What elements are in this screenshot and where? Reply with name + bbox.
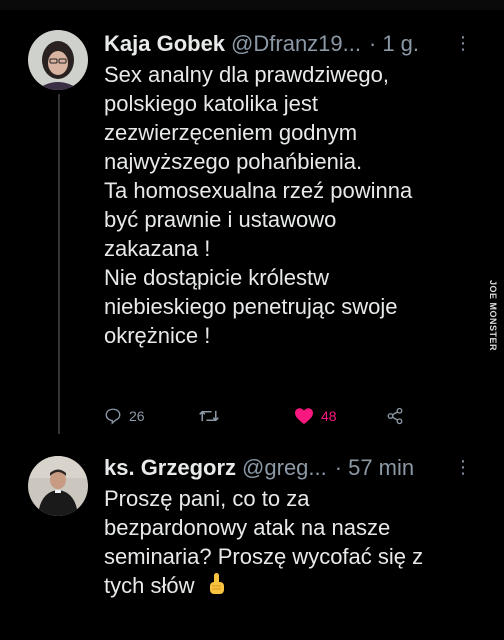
thread-line [58, 94, 60, 434]
tweet-actions: 26 48 [104, 404, 434, 428]
tweet-header: Kaja Gobek @Dfranz19... · 1 g. [104, 30, 419, 58]
timestamp[interactable]: 57 min [348, 454, 414, 482]
like-button[interactable]: 48 [294, 404, 337, 428]
tweet-line: polskiego katolika jest [104, 91, 319, 116]
tweet-line: seminaria? Proszę wycofać się z [104, 544, 424, 569]
avatar[interactable] [28, 456, 88, 516]
avatar-portrait-icon [28, 30, 88, 90]
reply-count: 26 [129, 408, 145, 424]
tweet-text: Sex analny dla prawdziwego, polskiego ka… [104, 60, 474, 350]
author-handle[interactable]: @Dfranz19... [231, 30, 361, 58]
tweet-line: niebieskiego penetrując swoje [104, 294, 398, 319]
tweet-line: Proszę pani, co to za [104, 486, 310, 511]
more-options-icon[interactable]: ⋮ [454, 458, 472, 476]
twitter-thread: Kaja Gobek @Dfranz19... · 1 g. ⋮ Sex ana… [0, 0, 504, 640]
avatar[interactable] [28, 30, 88, 90]
tweet-line: bezpardonowy atak na nasze [104, 515, 391, 540]
retweet-button[interactable] [198, 404, 220, 428]
tweet-line: Ta homosexualna rzeź powinna [104, 178, 413, 203]
author-handle[interactable]: @greg... [242, 454, 327, 482]
author-name[interactable]: Kaja Gobek [104, 30, 225, 58]
tweet-line: najwyższego pohańbienia. [104, 149, 363, 174]
tweet-line: zezwierzęceniem godnym [104, 120, 358, 145]
tweet-line: zakazana ! [104, 236, 211, 261]
author-name[interactable]: ks. Grzegorz [104, 454, 236, 482]
pointing-up-hand-icon [209, 573, 224, 594]
tweet-line: okrężnice ! [104, 323, 211, 348]
share-icon [387, 407, 403, 425]
timestamp[interactable]: 1 g. [382, 30, 419, 58]
tweet-1[interactable]: Kaja Gobek @Dfranz19... · 1 g. ⋮ Sex ana… [0, 0, 504, 440]
watermark: JOE MONSTER [488, 280, 498, 352]
like-count: 48 [321, 408, 337, 424]
share-button[interactable] [386, 404, 404, 428]
retweet-icon [199, 410, 219, 422]
tweet-header: ks. Grzegorz @greg... · 57 min [104, 454, 414, 482]
separator-dot: · [334, 455, 343, 480]
tweet-line: Sex analny dla prawdziwego, [104, 62, 389, 87]
more-options-icon[interactable]: ⋮ [454, 34, 472, 52]
tweet-text: Proszę pani, co to za bezpardonowy atak … [104, 484, 474, 600]
heart-icon [295, 408, 313, 425]
avatar-portrait-icon [28, 456, 88, 516]
tweet-line: Nie dostąpicie królestw [104, 265, 329, 290]
tweet-line: być prawnie i ustawowo [104, 207, 337, 232]
separator-dot: · [368, 31, 377, 56]
tweet-line: tych słów [104, 573, 195, 598]
reply-button[interactable]: 26 [104, 404, 145, 428]
tweet-2[interactable]: ks. Grzegorz @greg... · 57 min ⋮ Proszę … [0, 440, 504, 640]
reply-icon [105, 408, 121, 425]
tweet-line-with-emoji: tych słów [104, 571, 474, 600]
